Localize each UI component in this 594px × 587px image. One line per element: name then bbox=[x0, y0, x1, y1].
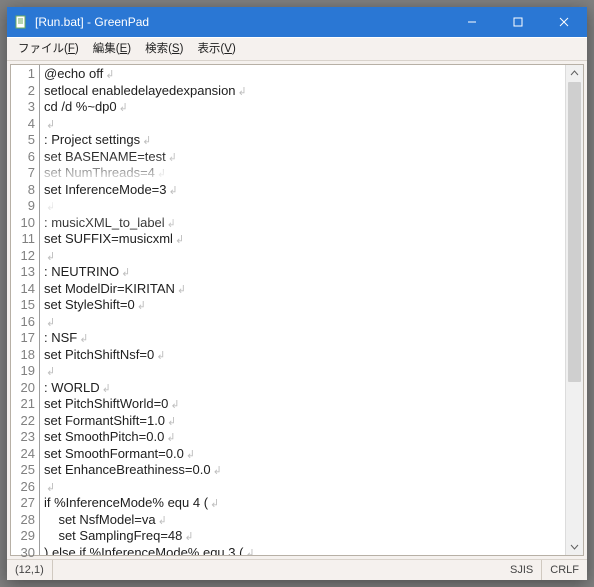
menubar: ファイル(F) 編集(E) 検索(S) 表示(V) bbox=[7, 37, 587, 61]
line-number: 12 bbox=[11, 248, 39, 265]
code-line[interactable]: ) else if %InferenceMode% equ 3 ( bbox=[44, 545, 565, 556]
scrollbar-thumb[interactable] bbox=[568, 82, 581, 382]
code-line[interactable]: set StyleShift=0 bbox=[44, 297, 565, 314]
menu-view[interactable]: 表示(V) bbox=[190, 39, 242, 59]
code-line[interactable]: set NumThreads=4 bbox=[44, 165, 565, 182]
close-button[interactable] bbox=[541, 7, 587, 37]
maximize-button[interactable] bbox=[495, 7, 541, 37]
menu-file[interactable]: ファイル(F) bbox=[11, 39, 86, 59]
line-number: 14 bbox=[11, 281, 39, 298]
code-area[interactable]: @echo offsetlocal enabledelayedexpansion… bbox=[40, 65, 565, 555]
code-line[interactable]: : NSF bbox=[44, 330, 565, 347]
code-line[interactable]: cd /d %~dp0 bbox=[44, 99, 565, 116]
code-line[interactable] bbox=[44, 314, 565, 331]
line-number: 21 bbox=[11, 396, 39, 413]
code-line[interactable]: set SUFFIX=musicxml bbox=[44, 231, 565, 248]
line-number: 30 bbox=[11, 545, 39, 562]
line-number-gutter: 1234567891011121314151617181920212223242… bbox=[11, 65, 40, 555]
code-line[interactable]: set BASENAME=test bbox=[44, 149, 565, 166]
line-number: 25 bbox=[11, 462, 39, 479]
line-number: 28 bbox=[11, 512, 39, 529]
code-line[interactable] bbox=[44, 116, 565, 133]
line-number: 4 bbox=[11, 116, 39, 133]
line-number: 1 bbox=[11, 66, 39, 83]
editor[interactable]: 1234567891011121314151617181920212223242… bbox=[10, 64, 584, 556]
vertical-scrollbar[interactable] bbox=[565, 65, 583, 555]
line-number: 13 bbox=[11, 264, 39, 281]
code-line[interactable] bbox=[44, 363, 565, 380]
code-line[interactable]: set ModelDir=KIRITAN bbox=[44, 281, 565, 298]
scroll-up-button[interactable] bbox=[566, 65, 583, 82]
code-line[interactable] bbox=[44, 198, 565, 215]
line-number: 10 bbox=[11, 215, 39, 232]
line-number: 8 bbox=[11, 182, 39, 199]
code-line[interactable]: set PitchShiftNsf=0 bbox=[44, 347, 565, 364]
line-number: 22 bbox=[11, 413, 39, 430]
code-line[interactable]: set FormantShift=1.0 bbox=[44, 413, 565, 430]
code-line[interactable]: set NsfModel=va bbox=[44, 512, 565, 529]
line-number: 27 bbox=[11, 495, 39, 512]
line-number: 3 bbox=[11, 99, 39, 116]
line-number: 6 bbox=[11, 149, 39, 166]
line-number: 9 bbox=[11, 198, 39, 215]
code-line[interactable]: set SamplingFreq=48 bbox=[44, 528, 565, 545]
code-line[interactable]: set PitchShiftWorld=0 bbox=[44, 396, 565, 413]
scroll-down-button[interactable] bbox=[566, 538, 583, 555]
code-line[interactable]: set EnhanceBreathiness=0.0 bbox=[44, 462, 565, 479]
titlebar[interactable]: [Run.bat] - GreenPad bbox=[7, 7, 587, 37]
status-cursor-pos: (12,1) bbox=[7, 560, 53, 580]
line-number: 19 bbox=[11, 363, 39, 380]
menu-edit[interactable]: 編集(E) bbox=[86, 39, 138, 59]
code-line[interactable]: @echo off bbox=[44, 66, 565, 83]
code-line[interactable]: : WORLD bbox=[44, 380, 565, 397]
window-title: [Run.bat] - GreenPad bbox=[35, 15, 449, 29]
line-number: 7 bbox=[11, 165, 39, 182]
code-line[interactable]: if %InferenceMode% equ 4 ( bbox=[44, 495, 565, 512]
line-number: 20 bbox=[11, 380, 39, 397]
line-number: 24 bbox=[11, 446, 39, 463]
line-number: 17 bbox=[11, 330, 39, 347]
statusbar: (12,1) SJIS CRLF bbox=[7, 559, 587, 580]
code-line[interactable]: : Project settings bbox=[44, 132, 565, 149]
line-number: 23 bbox=[11, 429, 39, 446]
line-number: 16 bbox=[11, 314, 39, 331]
code-line[interactable]: : musicXML_to_label bbox=[44, 215, 565, 232]
line-number: 15 bbox=[11, 297, 39, 314]
status-line-ending: CRLF bbox=[542, 560, 587, 580]
line-number: 2 bbox=[11, 83, 39, 100]
minimize-button[interactable] bbox=[449, 7, 495, 37]
app-window: [Run.bat] - GreenPad ファイル(F) 編集(E) 検索(S)… bbox=[7, 7, 587, 580]
code-line[interactable] bbox=[44, 248, 565, 265]
code-line[interactable]: set InferenceMode=3 bbox=[44, 182, 565, 199]
editor-frame: 1234567891011121314151617181920212223242… bbox=[7, 61, 587, 559]
code-line[interactable]: set SmoothFormant=0.0 bbox=[44, 446, 565, 463]
status-encoding: SJIS bbox=[502, 560, 542, 580]
code-line[interactable]: : NEUTRINO bbox=[44, 264, 565, 281]
line-number: 29 bbox=[11, 528, 39, 545]
window-controls bbox=[449, 7, 587, 37]
line-number: 18 bbox=[11, 347, 39, 364]
code-line[interactable] bbox=[44, 479, 565, 496]
code-line[interactable]: setlocal enabledelayedexpansion bbox=[44, 83, 565, 100]
line-number: 5 bbox=[11, 132, 39, 149]
line-number: 26 bbox=[11, 479, 39, 496]
app-icon bbox=[13, 14, 29, 30]
menu-search[interactable]: 検索(S) bbox=[138, 39, 190, 59]
code-line[interactable]: set SmoothPitch=0.0 bbox=[44, 429, 565, 446]
line-number: 11 bbox=[11, 231, 39, 248]
